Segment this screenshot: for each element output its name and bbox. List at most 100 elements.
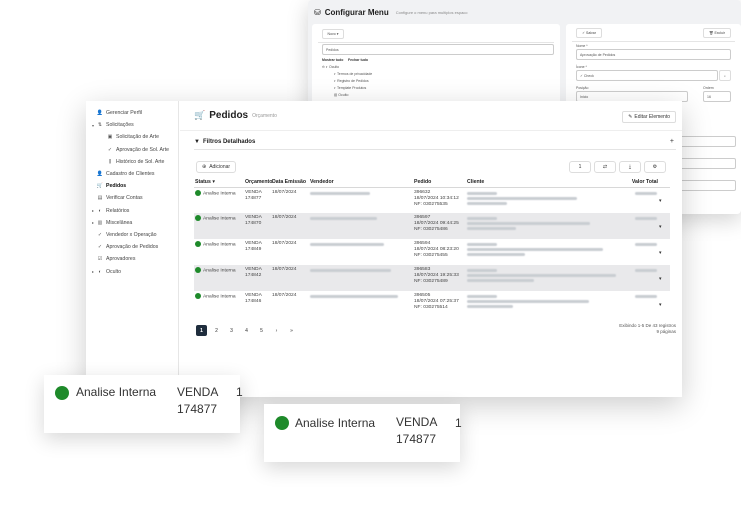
- edit-element-button[interactable]: ✎ Editar Elemento: [622, 111, 676, 123]
- col-vendedor[interactable]: Vendedor: [309, 178, 413, 188]
- novo-button[interactable]: Novo ▾: [322, 29, 344, 39]
- sidebar-item[interactable]: ▾ ⇅ Solicitações: [86, 119, 178, 131]
- col-pedido[interactable]: Pedido: [413, 178, 466, 188]
- search-icon[interactable]: ⌕: [719, 70, 731, 81]
- chevron-down-icon[interactable]: ▾: [659, 224, 662, 230]
- redacted-text: [635, 243, 657, 246]
- table-row[interactable]: Analise Interna VENDA 174870 18/07/2024 3965…: [194, 213, 670, 239]
- page-button[interactable]: 3: [226, 325, 237, 336]
- chevron-down-icon[interactable]: ▾: [659, 198, 662, 204]
- row-actions[interactable]: ▾: [658, 291, 670, 317]
- sidebar-item[interactable]: ✓ Aprovação de Sol. Arte: [86, 144, 178, 156]
- page-button[interactable]: 4: [241, 325, 252, 336]
- sidebar-item[interactable]: ▣ Solicitação de Arte: [86, 131, 178, 143]
- salvar-button[interactable]: ✓ Salvar: [576, 28, 602, 38]
- pedido-cell: 396632 18/07/2024 10:34:12 NF: 030275535: [413, 187, 466, 213]
- filter-icon: ▼: [194, 138, 200, 145]
- page-button[interactable]: 5: [256, 325, 267, 336]
- table-row[interactable]: Analise Interna VENDA 174877 18/07/2024 3966…: [194, 187, 670, 213]
- refresh-icon[interactable]: ⇄: [594, 161, 616, 173]
- sidebar-item-label: Pedidos: [106, 183, 127, 190]
- sidebar-item[interactable]: ▸ ◐ Relatórios: [86, 205, 178, 217]
- expand-all-link[interactable]: Mostrar tudo: [322, 58, 343, 62]
- excluir-button[interactable]: 🗑 Excluir: [703, 28, 731, 38]
- sidebar-item[interactable]: 👤 Cadastro de Clientes: [86, 168, 178, 180]
- date-cell: 18/07/2024: [271, 213, 309, 239]
- col-cliente[interactable]: Cliente: [466, 178, 624, 188]
- row-actions[interactable]: ▾: [658, 187, 670, 213]
- page-button[interactable]: 1: [196, 325, 207, 336]
- last-page-button[interactable]: »: [286, 325, 297, 336]
- row-actions[interactable]: ▾: [658, 239, 670, 265]
- money-icon: ▤: [97, 195, 103, 202]
- chevron-down-icon[interactable]: ▾: [659, 276, 662, 282]
- col-status[interactable]: Status ▾: [194, 178, 244, 188]
- sidebar-item-label: Verificar Contas: [106, 195, 143, 202]
- page-button[interactable]: 2: [211, 325, 222, 336]
- date-cell: 18/07/2024: [272, 241, 297, 246]
- check-icon: ✓: [107, 146, 113, 153]
- divider: [318, 42, 554, 43]
- sidebar-item[interactable]: ✓ Vendedor x Operação: [86, 229, 178, 241]
- sidebar-item[interactable]: 🛒 Pedidos: [86, 180, 178, 192]
- tree-item-label: Termos de privacidade: [337, 72, 373, 76]
- pedido-nf: NF: 030275455: [414, 253, 448, 258]
- sidebar-item[interactable]: ☑ Aprovadores: [86, 253, 178, 265]
- valor-cell: [624, 291, 658, 317]
- redacted-text: [467, 274, 616, 277]
- page-size-select[interactable]: 1: [569, 161, 591, 173]
- download-icon[interactable]: ⤓: [619, 161, 641, 173]
- sidebar-item[interactable]: 👤 Gerenciar Perfil: [86, 107, 178, 119]
- col-valor-total[interactable]: Valor Total: [624, 178, 658, 188]
- user-icon: 👤: [96, 171, 104, 178]
- zoom-card-2: Analise Interna VENDA 174877 1: [264, 404, 462, 462]
- nome-input[interactable]: Aprovação de Pedidos: [576, 49, 731, 60]
- row-actions[interactable]: ▾: [658, 265, 670, 291]
- tree-item-root[interactable]: ⊖ ◐ Oculto: [322, 65, 339, 69]
- filters-toggle[interactable]: ▼ Filtros Detalhados +: [194, 134, 676, 150]
- page-header: 🛒 Pedidos Orçamento ✎ Editar Elemento: [180, 101, 682, 131]
- icone-label: Ícone *: [576, 65, 587, 69]
- tree-item[interactable]: ◐ Template Produtos: [334, 86, 366, 90]
- tree-item-label: Oculto: [338, 93, 349, 97]
- sidebar-item[interactable]: ✓ Aprovação de Pedidos: [86, 241, 178, 253]
- excluir-label: Excluir: [714, 31, 725, 35]
- expand-filters-icon[interactable]: +: [670, 138, 674, 145]
- sidebar-item[interactable]: ⫼ Histórico de Sol. Arte: [86, 156, 178, 168]
- table-row[interactable]: Analise Interna VENDA 174842 18/07/2024 3965…: [194, 265, 670, 291]
- col-orcamento[interactable]: Orçamento: [244, 178, 272, 188]
- divider: [572, 41, 735, 42]
- cart-icon: 🛒: [194, 110, 206, 120]
- status-cell: Analise Interna: [194, 291, 244, 317]
- table-row[interactable]: Analise Interna VENDA 174849 18/07/2024 3965…: [194, 239, 670, 265]
- menu-search-input[interactable]: Pedidos: [322, 44, 554, 55]
- redacted-text: [310, 217, 377, 220]
- pedido-date: 18/07/2024 10:34:12: [414, 195, 459, 201]
- check-icon: ✓: [97, 231, 103, 238]
- chevron-down-icon[interactable]: ▾: [659, 302, 662, 308]
- next-page-button[interactable]: ›: [271, 325, 282, 336]
- tree-item[interactable]: ◐ Registro de Pedidos: [334, 79, 369, 83]
- icone-select[interactable]: ✓ Check: [576, 70, 718, 81]
- vendedor-cell: [309, 265, 413, 291]
- chevron-down-icon[interactable]: ▾: [659, 250, 662, 256]
- tree-item[interactable]: ▥ Oculto: [334, 93, 348, 97]
- tree-item[interactable]: ◐ Termos de privacidade: [334, 72, 372, 76]
- row-actions[interactable]: ▾: [658, 213, 670, 239]
- ordem-input[interactable]: 16: [703, 91, 731, 102]
- settings-icon[interactable]: ⚙: [644, 161, 666, 173]
- status-text: Analise Interna: [203, 242, 236, 248]
- check-list-icon: ☑: [97, 256, 103, 263]
- pedido-nf: NF: 030275486: [414, 227, 448, 232]
- cliente-cell: [466, 265, 624, 291]
- date-cell: 18/07/2024: [272, 293, 297, 298]
- table-row[interactable]: Analise Interna VENDA 174846 18/07/2024 3965…: [194, 291, 670, 317]
- add-button[interactable]: ⊕ Adicionar: [196, 161, 237, 173]
- sidebar-item[interactable]: ▤ Verificar Contas: [86, 192, 178, 204]
- collapse-all-link[interactable]: Fechar tudo: [348, 58, 368, 62]
- sidebar-item[interactable]: ▸ ◐ Oculto: [86, 265, 178, 277]
- date-cell: 18/07/2024: [271, 265, 309, 291]
- col-data-emissao[interactable]: Data Emissão: [271, 178, 309, 188]
- sidebar-item-label: Vendedor x Operação: [106, 231, 157, 238]
- sidebar-item[interactable]: ▸ ▥ Miscelânea: [86, 217, 178, 229]
